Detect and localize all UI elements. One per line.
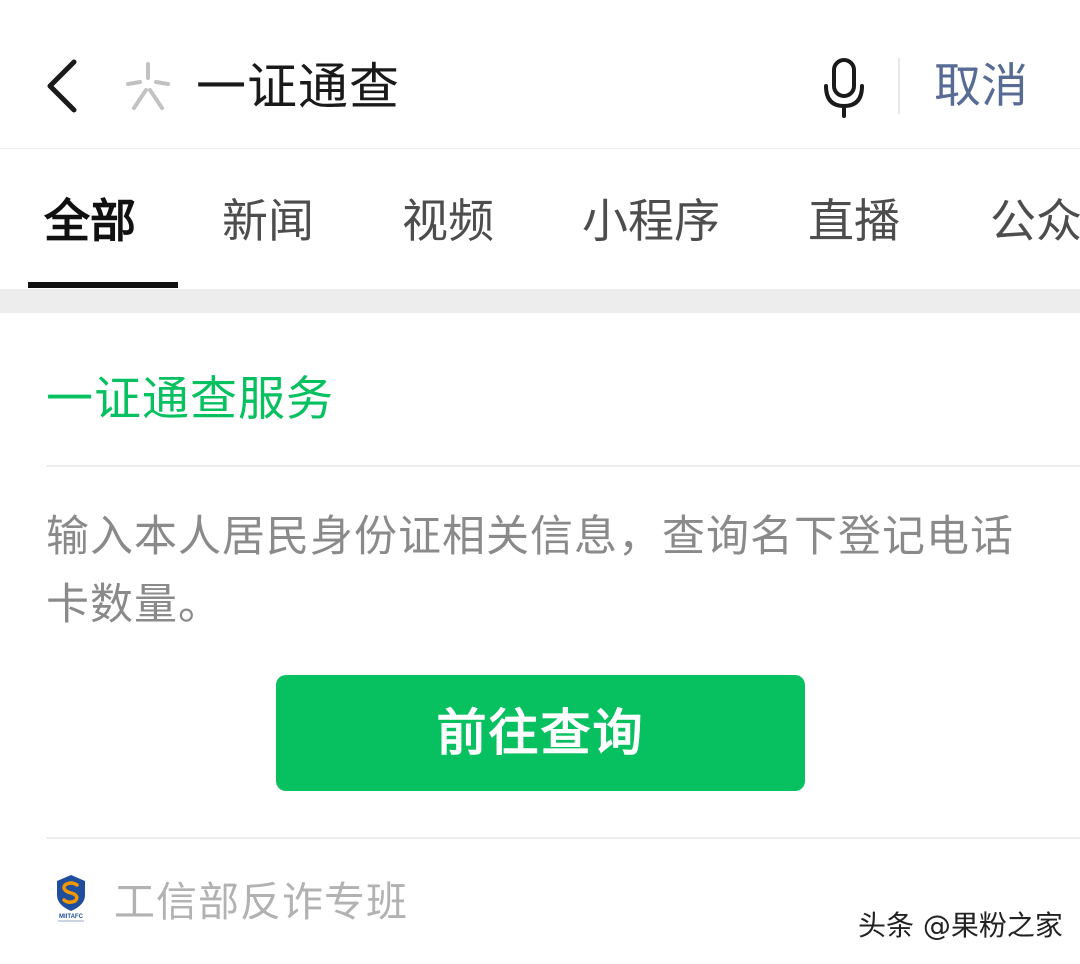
tab-video[interactable]: 视频 [402, 189, 494, 253]
search-tabs: 全部 新闻 视频 小程序 直播 公众号 [0, 149, 1080, 289]
source-name[interactable]: 工信部反诈专班 [114, 871, 408, 933]
active-tab-indicator [28, 282, 178, 288]
divider [46, 465, 1080, 467]
back-button[interactable] [36, 50, 92, 122]
service-title[interactable]: 一证通查服务 [46, 365, 334, 435]
microphone-icon[interactable] [820, 56, 868, 120]
section-gap [0, 289, 1080, 313]
tab-official-accounts[interactable]: 公众号 [990, 189, 1080, 253]
svg-text:MIITAFC: MIITAFC [59, 914, 84, 920]
search-input[interactable]: 一证通查 [196, 52, 400, 122]
service-description: 输入本人居民身份证相关信息，查询名下登记电话卡数量。 [46, 512, 1014, 630]
wechat-search-logo-icon [126, 62, 170, 110]
divider [46, 837, 1080, 839]
chevron-left-icon [47, 59, 77, 113]
tab-all[interactable]: 全部 [44, 189, 136, 253]
go-query-button[interactable]: 前往查询 [276, 675, 805, 791]
miit-antifraud-logo-icon: MIITAFC [57, 875, 85, 922]
tab-mini-program[interactable]: 小程序 [582, 189, 720, 253]
header-divider [898, 58, 900, 114]
search-header: 一证通查 取消 [0, 0, 1080, 149]
cancel-button[interactable]: 取消 [934, 52, 1028, 122]
tab-news[interactable]: 新闻 [222, 189, 314, 253]
tab-live[interactable]: 直播 [808, 189, 900, 253]
watermark: 头条 @果粉之家 [858, 909, 1063, 942]
service-card: 一证通查服务 输入本人居民身份证相关信息，查询名下登记电话卡数量。 前往查询 M… [0, 313, 1080, 964]
